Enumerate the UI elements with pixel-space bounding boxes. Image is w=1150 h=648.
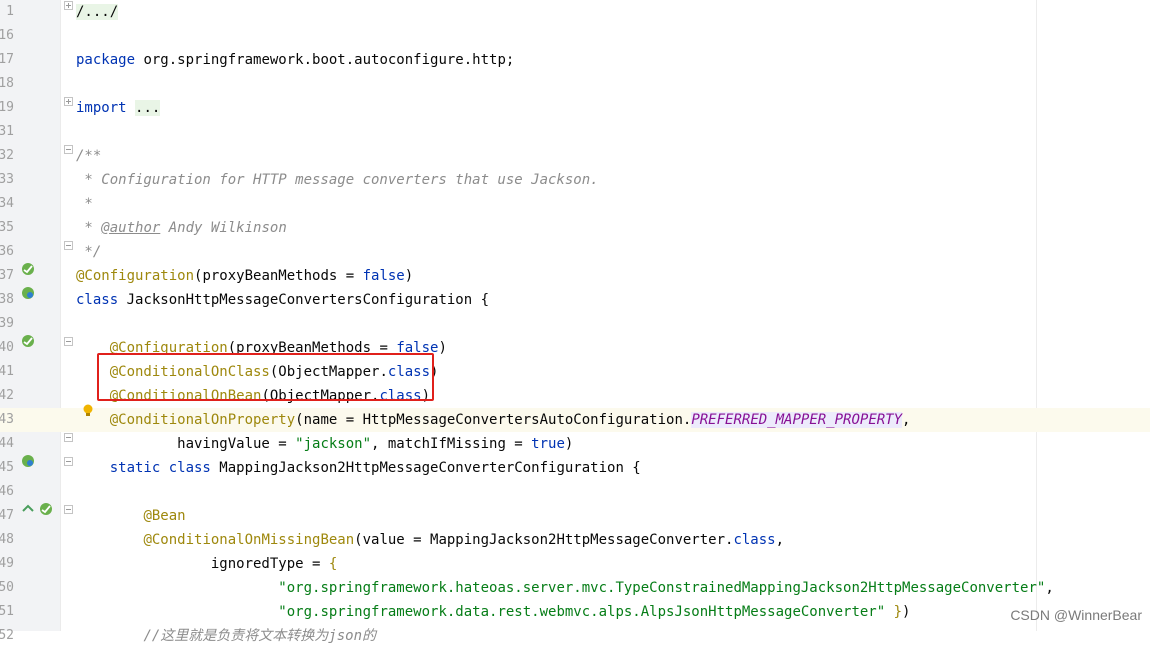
line-number: 42 xyxy=(0,388,14,403)
line-number: 48 xyxy=(0,532,14,547)
code-line[interactable]: 19 import ... xyxy=(0,96,1150,120)
line-number: 36 xyxy=(0,244,14,259)
code-line[interactable]: 35 * @author Andy Wilkinson xyxy=(0,216,1150,240)
line-number: 19 xyxy=(0,100,14,115)
line-number: 49 xyxy=(0,556,14,571)
code-text[interactable]: //这里就是负责将文本转换为json的 xyxy=(76,624,376,648)
line-number: 17 xyxy=(0,52,14,67)
code-line[interactable]: 43 @ConditionalOnProperty(name = HttpMes… xyxy=(0,408,1150,432)
line-number: 43 xyxy=(0,412,14,427)
code-line[interactable]: 49 ignoredType = { xyxy=(0,552,1150,576)
line-number: 34 xyxy=(0,196,14,211)
code-line[interactable]: 37 @Configuration(proxyBeanMethods = fals… xyxy=(0,264,1150,288)
code-line[interactable]: 51 "org.springframework.data.rest.webmvc… xyxy=(0,600,1150,624)
code-text[interactable]: havingValue = "jackson", matchIfMissing … xyxy=(76,432,573,456)
line-number: 40 xyxy=(0,340,14,355)
line-number: 52 xyxy=(0,628,14,643)
line-number: 1 xyxy=(6,4,14,19)
line-number: 18 xyxy=(0,76,14,91)
line-number: 33 xyxy=(0,172,14,187)
code-text[interactable]: * @author Andy Wilkinson xyxy=(76,216,286,240)
line-number: 45 xyxy=(0,460,14,475)
fold-collapse-icon[interactable] xyxy=(64,505,73,514)
code-line[interactable]: 47 @Bean xyxy=(0,504,1150,528)
fold-expand-icon[interactable] xyxy=(64,1,73,10)
fold-collapse-icon[interactable] xyxy=(64,241,73,250)
lightbulb-icon[interactable] xyxy=(83,404,93,418)
line-number: 41 xyxy=(0,364,14,379)
code-line[interactable]: 48 @ConditionalOnMissingBean(value = Map… xyxy=(0,528,1150,552)
spring-bean-icon[interactable] xyxy=(39,502,53,516)
code-text[interactable]: ignoredType = { xyxy=(76,552,337,576)
spring-bean-icon[interactable] xyxy=(21,334,35,348)
code-text[interactable]: @ConditionalOnProperty(name = HttpMessag… xyxy=(76,408,910,432)
code-line[interactable]: 17 package org.springframework.boot.autoc… xyxy=(0,48,1150,72)
code-text[interactable]: "org.springframework.hateoas.server.mvc.… xyxy=(76,576,1053,600)
spring-bean-icon[interactable] xyxy=(21,262,35,276)
line-number: 38 xyxy=(0,292,14,307)
line-number: 32 xyxy=(0,148,14,163)
code-text[interactable]: * Configuration for HTTP message convert… xyxy=(76,168,598,192)
fold-expand-icon[interactable] xyxy=(64,97,73,106)
line-number: 35 xyxy=(0,220,14,235)
code-text[interactable]: @ConditionalOnMissingBean(value = Mappin… xyxy=(76,528,784,552)
line-number: 50 xyxy=(0,580,14,595)
navigate-arrow-icon[interactable] xyxy=(21,502,35,516)
code-text[interactable]: @Configuration(proxyBeanMethods = false) xyxy=(76,264,413,288)
watermark: CSDN @WinnerBear xyxy=(1010,607,1142,623)
spring-config-icon[interactable] xyxy=(21,454,35,468)
code-line[interactable]: 38 class JacksonHttpMessageConvertersConf… xyxy=(0,288,1150,312)
line-number: 46 xyxy=(0,484,14,499)
code-editor[interactable]: 1 /.../ 16 17 package org.springframework.bo… xyxy=(0,0,1150,644)
code-line[interactable]: 1 /.../ xyxy=(0,0,1150,24)
fold-collapse-icon[interactable] xyxy=(64,457,73,466)
code-line[interactable]: 32 /** xyxy=(0,144,1150,168)
code-line[interactable]: 46 xyxy=(0,480,1150,504)
spring-config-icon[interactable] xyxy=(21,286,35,300)
code-text[interactable]: static class MappingJackson2HttpMessageC… xyxy=(76,456,641,480)
fold-collapse-icon[interactable] xyxy=(64,433,73,442)
line-number: 16 xyxy=(0,28,14,43)
code-text[interactable]: class JacksonHttpMessageConvertersConfig… xyxy=(76,288,489,312)
code-line[interactable]: 52 //这里就是负责将文本转换为json的 xyxy=(0,624,1150,648)
line-number: 44 xyxy=(0,436,14,451)
fold-collapse-icon[interactable] xyxy=(64,145,73,154)
code-text[interactable]: * xyxy=(76,192,92,216)
code-line[interactable]: 36 */ xyxy=(0,240,1150,264)
line-number: 31 xyxy=(0,124,14,139)
annotation-highlight-box xyxy=(97,353,434,401)
code-line[interactable]: 31 xyxy=(0,120,1150,144)
code-line[interactable]: 39 xyxy=(0,312,1150,336)
code-text[interactable]: import ... xyxy=(76,96,161,120)
code-text[interactable]: */ xyxy=(76,240,101,264)
code-line[interactable]: 16 xyxy=(0,24,1150,48)
code-text[interactable]: "org.springframework.data.rest.webmvc.al… xyxy=(76,600,910,624)
line-number: 51 xyxy=(0,604,14,619)
line-number: 37 xyxy=(0,268,14,283)
code-text[interactable]: /.../ xyxy=(76,0,119,24)
line-number: 39 xyxy=(0,316,14,331)
code-line[interactable]: 45 static class MappingJackson2HttpMessa… xyxy=(0,456,1150,480)
code-line[interactable]: 33 * Configuration for HTTP message conv… xyxy=(0,168,1150,192)
code-text[interactable]: /** xyxy=(76,144,101,168)
code-text[interactable]: @Bean xyxy=(76,504,185,528)
code-line[interactable]: 44 havingValue = "jackson", matchIfMissi… xyxy=(0,432,1150,456)
code-line[interactable]: 34 * xyxy=(0,192,1150,216)
fold-collapse-icon[interactable] xyxy=(64,337,73,346)
code-text[interactable]: package org.springframework.boot.autocon… xyxy=(76,48,514,72)
code-line[interactable]: 18 xyxy=(0,72,1150,96)
line-number: 47 xyxy=(0,508,14,523)
code-line[interactable]: 50 "org.springframework.hateoas.server.m… xyxy=(0,576,1150,600)
